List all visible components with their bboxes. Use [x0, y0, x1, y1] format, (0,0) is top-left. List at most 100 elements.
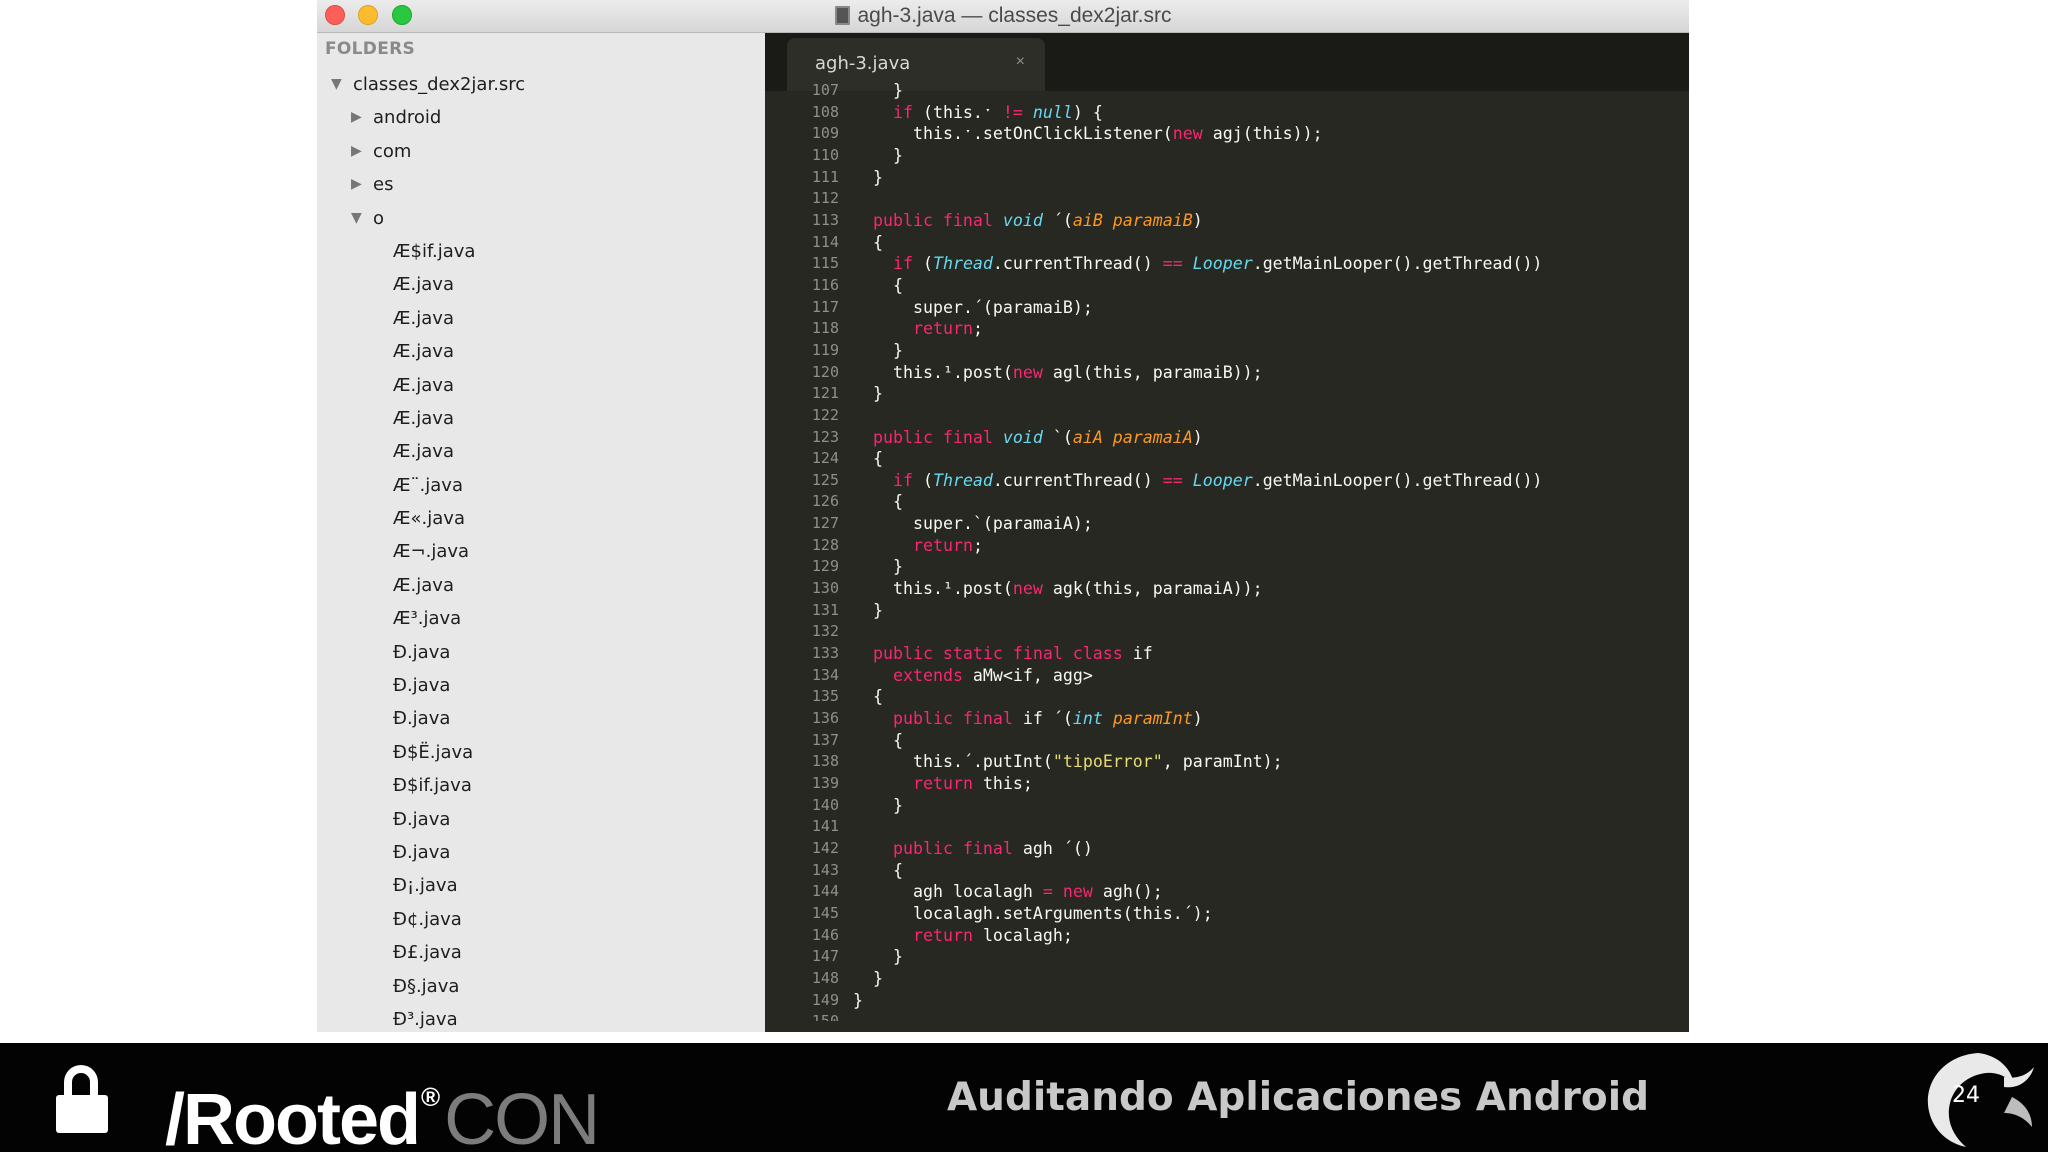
file-row[interactable]: Æ.java [317, 302, 765, 335]
folder-row[interactable]: ▶ com [317, 135, 765, 168]
code-token: { [893, 492, 903, 512]
code-line[interactable]: 109 this.ˑ.setOnClickListener(new agj(thi… [765, 123, 1689, 145]
code-line[interactable]: 135 { [765, 686, 1689, 708]
code-line[interactable]: 113 public final void ´(aiB paramaiB) [765, 210, 1689, 232]
file-row[interactable]: Æ$if.java [317, 235, 765, 268]
code-token: agh ´() [1012, 838, 1093, 858]
file-row[interactable]: Æ¨.java [317, 469, 765, 502]
title-bar[interactable]: agh-3.java — classes_dex2jar.src [317, 0, 1689, 33]
code-line[interactable]: 112 [765, 188, 1689, 210]
code-line[interactable]: 115 if (Thread.currentThread() == Looper.… [765, 253, 1689, 275]
code-text: public final agh ´() [893, 838, 1093, 860]
code-line[interactable]: 150 [765, 1011, 1689, 1021]
file-row[interactable]: Ð.java [317, 836, 765, 869]
file-row[interactable]: Ð³.java [317, 1003, 765, 1032]
code-line[interactable]: 142 public final agh ´() [765, 838, 1689, 860]
code-line[interactable]: 137 { [765, 730, 1689, 752]
file-row[interactable]: Æ.java [317, 335, 765, 368]
disclosure-collapsed-icon[interactable]: ▶ [351, 135, 362, 168]
code-line[interactable]: 110} [765, 145, 1689, 167]
folder-row[interactable]: ▶ android [317, 101, 765, 134]
line-number: 139 [811, 774, 839, 792]
code-line[interactable]: 149} [765, 990, 1689, 1012]
code-line[interactable]: 123 public final void `(aiA paramaiA) [765, 427, 1689, 449]
code-line[interactable]: 131} [765, 600, 1689, 622]
code-line[interactable]: 124 { [765, 448, 1689, 470]
code-line[interactable]: 130 this.¹.post(new agk(this, paramaiA)); [765, 578, 1689, 600]
disclosure-collapsed-icon[interactable]: ▶ [351, 101, 362, 134]
close-tab-icon[interactable]: × [1016, 53, 1025, 71]
code-token: ; [972, 319, 983, 339]
code-line[interactable]: 116 { [765, 275, 1689, 297]
code-view[interactable]: 107} 108 if (this.ˑ != null) {109 this.ˑ.se… [765, 80, 1689, 1021]
file-row[interactable]: Ð£.java [317, 936, 765, 969]
code-line[interactable]: 114 { [765, 232, 1689, 254]
code-line[interactable]: 136 public final if ´(int paramInt) [765, 708, 1689, 730]
file-row[interactable]: Æ«.java [317, 502, 765, 535]
file-row[interactable]: Æ.java [317, 402, 765, 435]
file-row[interactable]: Ð.java [317, 702, 765, 735]
code-editor[interactable]: agh-3.java × 107} 108 if (this.ˑ != null) … [765, 33, 1689, 1032]
code-token: } [873, 384, 883, 404]
code-line[interactable]: 122 [765, 405, 1689, 427]
code-line[interactable]: 107} [765, 80, 1689, 102]
code-line[interactable]: 139 return this; [765, 773, 1689, 795]
code-line[interactable]: 141 [765, 816, 1689, 838]
code-line[interactable]: 121} [765, 383, 1689, 405]
folder-row[interactable]: ▼ classes_dex2jar.src [317, 68, 765, 101]
file-row[interactable]: Ð$if.java [317, 769, 765, 802]
code-line[interactable]: 128 return; [765, 535, 1689, 557]
disclosure-expanded-icon[interactable]: ▼ [331, 68, 342, 101]
logo-ring-mark: ® [420, 1082, 440, 1112]
code-text: public final void `(aiA paramaiA) [873, 427, 1203, 449]
code-line[interactable]: 117 super.´(paramaiB); [765, 297, 1689, 319]
code-line[interactable]: 132 [765, 621, 1689, 643]
code-line[interactable]: 133 public static final class if [765, 643, 1689, 665]
code-line[interactable]: 138 this.´.putInt("tipoError", paramInt); [765, 751, 1689, 773]
disclosure-collapsed-icon[interactable]: ▶ [351, 168, 362, 201]
code-token: } [893, 81, 903, 100]
disclosure-expanded-icon[interactable]: ▼ [351, 202, 362, 235]
tree-item-label: Ð.java [393, 708, 451, 730]
file-row[interactable]: Ð¡.java [317, 869, 765, 902]
code-line[interactable]: 119} [765, 340, 1689, 362]
code-line[interactable]: 108 if (this.ˑ != null) { [765, 102, 1689, 124]
file-row[interactable]: Ð$Ë.java [317, 736, 765, 769]
code-line[interactable]: 147} [765, 946, 1689, 968]
code-line[interactable]: 127 super.`(paramaiA); [765, 513, 1689, 535]
code-token: this.ˑ.setOnClickListener( [913, 124, 1173, 144]
tree-item-label: Ð.java [393, 808, 451, 830]
file-row[interactable]: Ð¢.java [317, 903, 765, 936]
window-title-text: agh-3.java — classes_dex2jar.src [857, 4, 1172, 27]
file-row[interactable]: Æ.java [317, 569, 765, 602]
code-line[interactable]: 146 return localagh; [765, 925, 1689, 947]
code-text: } [893, 145, 903, 167]
file-row[interactable]: Ð§.java [317, 970, 765, 1003]
code-line[interactable]: 134 extends aMw<if, agg> [765, 665, 1689, 687]
code-line[interactable]: 120 this.¹.post(new agl(this, paramaiB)); [765, 362, 1689, 384]
file-row[interactable]: Æ.java [317, 369, 765, 402]
file-row[interactable]: Ð.java [317, 803, 765, 836]
code-token: } [893, 795, 903, 815]
code-line[interactable]: 143 { [765, 860, 1689, 882]
folder-row[interactable]: ▶ es [317, 168, 765, 201]
code-line[interactable]: 118 return; [765, 318, 1689, 340]
code-line[interactable]: 129} [765, 556, 1689, 578]
code-line[interactable]: 140} [765, 795, 1689, 817]
file-row[interactable]: Æ.java [317, 435, 765, 468]
file-row[interactable]: Æ³.java [317, 602, 765, 635]
code-line[interactable]: 148} [765, 968, 1689, 990]
file-row[interactable]: Ð.java [317, 669, 765, 702]
line-number: 127 [811, 514, 839, 533]
file-row[interactable]: Ð.java [317, 636, 765, 669]
code-line[interactable]: 144 agh localagh = new agh(); [765, 881, 1689, 903]
code-line[interactable]: 111} [765, 167, 1689, 189]
code-line[interactable]: 125 if (Thread.currentThread() == Looper.… [765, 470, 1689, 492]
code-line[interactable]: 126 { [765, 491, 1689, 513]
code-line[interactable]: 145 localagh.setArguments(this.´); [765, 903, 1689, 925]
file-row[interactable]: Æ¬.java [317, 535, 765, 568]
folder-row[interactable]: ▼ o [317, 202, 765, 235]
line-number: 123 [811, 427, 839, 446]
file-row[interactable]: Æ.java [317, 268, 765, 301]
